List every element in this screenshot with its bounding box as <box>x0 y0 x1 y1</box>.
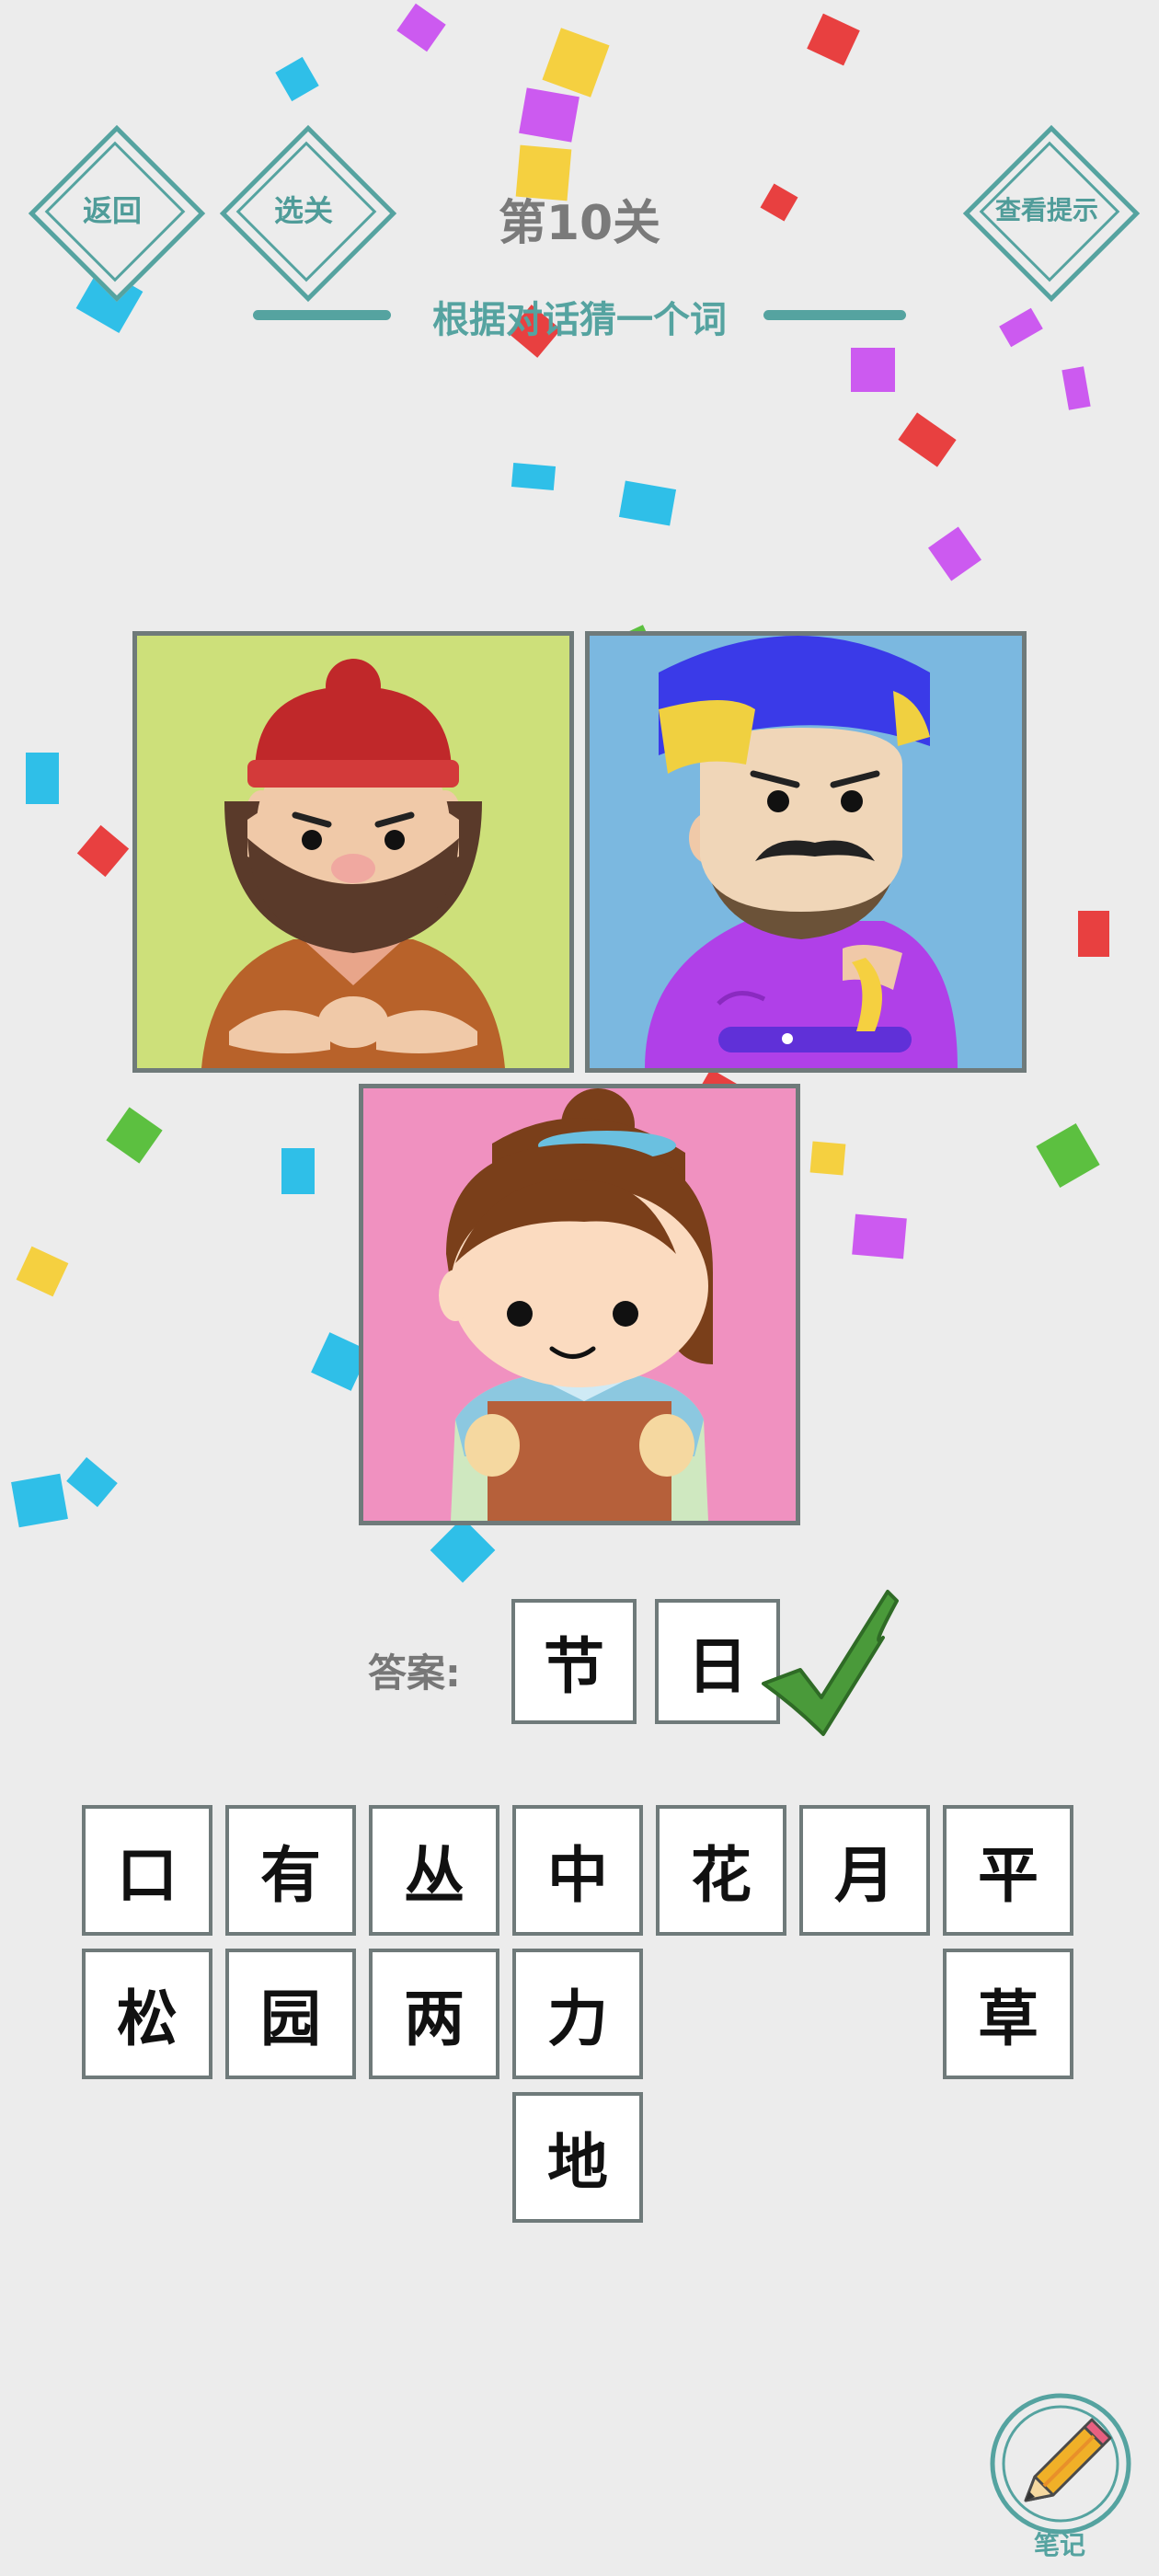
level-title: 第10关 <box>498 196 661 251</box>
reading-boy-illustration <box>439 1088 713 1521</box>
view-hint-button-label: 查看提示 <box>994 195 1098 225</box>
letter-tile[interactable]: 草 <box>943 1949 1073 2079</box>
confetti-piece <box>542 28 610 98</box>
red-hat-bearded-man-illustration <box>201 659 505 1068</box>
back-button-label: 返回 <box>82 193 142 228</box>
letter-tile[interactable]: 中 <box>512 1805 643 1936</box>
confetti-piece <box>511 463 557 490</box>
view-hint-button[interactable]: 查看提示 <box>959 121 1141 303</box>
subtitle-left-line <box>253 310 391 320</box>
confetti-piece <box>106 1107 163 1164</box>
correct-check-icon <box>762 1590 899 1736</box>
confetti-piece <box>618 480 677 526</box>
select-level-button-label: 选关 <box>273 193 333 228</box>
confetti-piece <box>275 56 319 102</box>
confetti-piece <box>927 526 982 581</box>
answer-label: 答案: <box>368 1650 461 1696</box>
confetti-piece <box>1036 1122 1100 1189</box>
pencil-icon <box>990 2393 1131 2535</box>
letter-tile[interactable]: 地 <box>512 2092 643 2223</box>
letter-tile[interactable]: 园 <box>225 1949 356 2079</box>
confetti-piece <box>852 1213 907 1259</box>
puzzle-panel-blue-hat-man <box>585 631 1027 1073</box>
confetti-piece <box>519 87 580 143</box>
letter-tile[interactable]: 有 <box>225 1805 356 1936</box>
notes-button[interactable] <box>989 2392 1132 2536</box>
letter-tile[interactable]: 平 <box>943 1805 1073 1936</box>
puzzle-panel-reading-boy <box>359 1084 800 1525</box>
confetti-piece <box>999 307 1043 348</box>
answer-slot[interactable]: 节 <box>511 1599 637 1724</box>
subtitle-row: 根据对话猜一个词 <box>248 290 911 341</box>
letter-tile[interactable]: 松 <box>82 1949 212 2079</box>
back-button[interactable]: 返回 <box>25 121 206 303</box>
confetti-piece <box>430 1517 496 1583</box>
confetti-piece <box>760 183 798 222</box>
confetti-piece <box>66 1456 118 1508</box>
confetti-piece <box>76 824 130 878</box>
confetti-piece <box>898 412 957 467</box>
confetti-piece <box>396 3 446 52</box>
confetti-piece <box>11 1473 68 1528</box>
confetti-piece <box>851 348 895 392</box>
select-level-button[interactable]: 选关 <box>216 121 397 303</box>
letter-tile[interactable]: 两 <box>369 1949 499 2079</box>
puzzle-panel-red-hat-man <box>132 631 574 1073</box>
confetti-piece <box>1061 366 1091 410</box>
letter-tile[interactable]: 花 <box>656 1805 786 1936</box>
letter-tile[interactable]: 口 <box>82 1805 212 1936</box>
confetti-piece <box>281 1148 315 1194</box>
blue-hat-mustache-man-illustration <box>645 636 958 1068</box>
subtitle-right-line <box>763 310 906 320</box>
notes-label: 笔记 <box>1033 2530 1085 2560</box>
letter-tile[interactable]: 力 <box>512 1949 643 2079</box>
letter-tile[interactable]: 月 <box>799 1805 930 1936</box>
letter-tile[interactable]: 丛 <box>369 1805 499 1936</box>
confetti-piece <box>1078 911 1109 957</box>
puzzle-instruction: 根据对话猜一个词 <box>432 299 727 341</box>
confetti-piece <box>16 1246 69 1297</box>
confetti-piece <box>26 753 59 804</box>
confetti-piece <box>807 13 860 66</box>
confetti-piece <box>809 1141 846 1176</box>
